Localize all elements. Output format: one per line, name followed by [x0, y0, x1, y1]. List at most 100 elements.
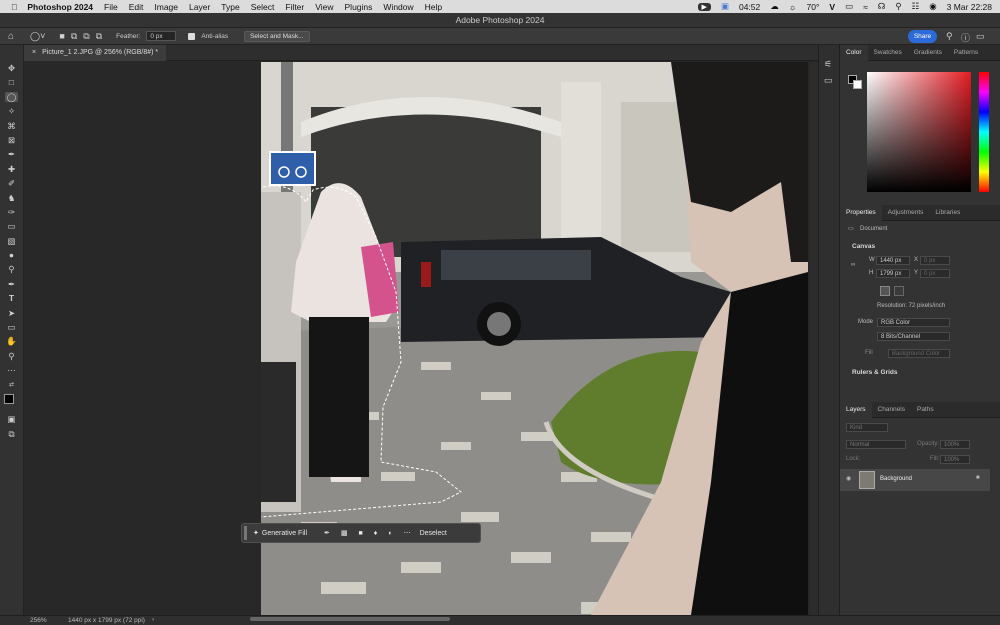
- height-input[interactable]: 1799 px: [876, 269, 910, 278]
- brush-tool-icon[interactable]: ✐: [8, 178, 15, 188]
- tab-paths[interactable]: Paths: [911, 402, 940, 418]
- modify-selection-icon[interactable]: ✒: [324, 529, 330, 537]
- home-icon[interactable]: ⌂: [8, 31, 14, 42]
- horizontal-scrollbar[interactable]: [250, 617, 450, 621]
- video-icon[interactable]: ▶: [697, 2, 711, 11]
- menu-type[interactable]: Type: [221, 2, 239, 12]
- menu-help[interactable]: Help: [425, 2, 442, 12]
- menu-filter[interactable]: Filter: [285, 2, 304, 12]
- menu-app-name[interactable]: Photoshop 2024: [27, 2, 93, 12]
- more-options-icon[interactable]: ⋯: [404, 529, 411, 537]
- tab-layers[interactable]: Layers: [840, 401, 872, 418]
- layer-row-background[interactable]: ◉ Background ■: [840, 469, 990, 491]
- history-brush-icon[interactable]: ✑: [8, 207, 15, 217]
- foreground-color[interactable]: [3, 393, 14, 404]
- healing-brush-icon[interactable]: ✚: [8, 164, 15, 174]
- fill-opacity-input[interactable]: 100%: [940, 455, 970, 464]
- menu-select[interactable]: Select: [251, 2, 275, 12]
- drag-handle-icon[interactable]: [244, 526, 247, 540]
- marquee-tool-icon[interactable]: □: [9, 77, 14, 87]
- x-input[interactable]: 0 px: [920, 256, 950, 265]
- menu-window[interactable]: Window: [383, 2, 413, 12]
- tab-adjustments[interactable]: Adjustments: [882, 205, 930, 221]
- canvas-section-title[interactable]: Canvas: [852, 243, 875, 250]
- history-icon[interactable]: ⚟: [824, 59, 832, 70]
- fill-select[interactable]: Background Color: [888, 349, 950, 358]
- select-and-mask-button[interactable]: Select and Mask...: [244, 30, 310, 42]
- adjustment-layer-icon[interactable]: ◐: [388, 530, 392, 537]
- siri-icon[interactable]: ◉: [929, 1, 936, 12]
- y-input[interactable]: 0 px: [920, 269, 950, 278]
- path-select-icon[interactable]: ➤: [8, 308, 15, 318]
- mask-selection-icon[interactable]: ■: [359, 530, 363, 537]
- eyedropper-icon[interactable]: ✒: [8, 149, 15, 159]
- deselect-button[interactable]: Deselect: [420, 530, 447, 537]
- eraser-tool-icon[interactable]: ▭: [7, 221, 15, 231]
- frame-tool-icon[interactable]: ⊠: [8, 135, 15, 145]
- bits-select[interactable]: 8 Bits/Channel: [877, 332, 950, 341]
- gradient-tool-icon[interactable]: ▧: [7, 236, 15, 246]
- crop-tool-icon[interactable]: ⌘: [7, 121, 16, 131]
- blend-mode-select[interactable]: Normal: [846, 440, 906, 449]
- tab-channels[interactable]: Channels: [872, 402, 911, 418]
- cloud-icon[interactable]: ☁: [770, 1, 779, 12]
- wifi-icon[interactable]: ≈: [863, 2, 868, 12]
- quick-mask-icon[interactable]: ▣: [7, 414, 15, 424]
- battery-icon[interactable]: ▭: [845, 1, 853, 12]
- width-input[interactable]: 1440 px: [876, 256, 910, 265]
- menu-view[interactable]: View: [315, 2, 333, 12]
- comments-icon[interactable]: ▭: [824, 75, 833, 86]
- zoom-tool-icon[interactable]: ⚲: [8, 351, 14, 361]
- menu-file[interactable]: File: [104, 2, 118, 12]
- apple-icon[interactable]: : [11, 2, 17, 12]
- opacity-input[interactable]: 100%: [940, 440, 970, 449]
- intersect-selection-icon[interactable]: ⧉: [96, 31, 102, 42]
- tab-libraries[interactable]: Libraries: [929, 205, 966, 221]
- tab-properties[interactable]: Properties: [840, 204, 882, 221]
- layer-name[interactable]: Background: [880, 476, 912, 482]
- rectangle-tool-icon[interactable]: ▭: [7, 322, 15, 332]
- lasso-tool-icon[interactable]: ◯˅: [30, 31, 45, 42]
- document-tab[interactable]: × Picture_1 2.JPG @ 256% (RGB/8#) *: [24, 45, 167, 61]
- menu-plugins[interactable]: Plugins: [345, 2, 373, 12]
- generative-fill-button[interactable]: Generative Fill: [262, 530, 307, 537]
- pen-tool-icon[interactable]: ✒: [8, 279, 15, 289]
- tab-color[interactable]: Color: [840, 44, 868, 61]
- help-icon[interactable]: ⓘ: [961, 31, 970, 44]
- vertical-scrollbar[interactable]: [810, 62, 818, 615]
- clone-stamp-icon[interactable]: ♞: [8, 193, 16, 203]
- tab-swatches[interactable]: Swatches: [868, 45, 908, 61]
- add-selection-icon[interactable]: ⧉: [71, 31, 77, 42]
- fill-selection-icon[interactable]: ♦: [374, 530, 378, 537]
- menu-image[interactable]: Image: [154, 2, 178, 12]
- menu-layer[interactable]: Layer: [189, 2, 210, 12]
- lasso-tool-icon[interactable]: ◯: [4, 91, 19, 102]
- invert-selection-icon[interactable]: ▩: [341, 529, 348, 537]
- type-tool-icon[interactable]: T: [9, 293, 14, 303]
- vpn-icon[interactable]: V: [829, 2, 835, 12]
- feather-input[interactable]: 0 px: [146, 31, 177, 41]
- headphones-icon[interactable]: ☊: [878, 1, 886, 12]
- new-selection-icon[interactable]: ■: [59, 31, 64, 41]
- subtract-selection-icon[interactable]: ⧉: [83, 31, 89, 42]
- object-select-icon[interactable]: ✧: [8, 106, 15, 116]
- rulers-grids-title[interactable]: Rulers & Grids: [852, 369, 898, 376]
- search-icon[interactable]: ⚲: [895, 1, 901, 12]
- tab-patterns[interactable]: Patterns: [948, 45, 984, 61]
- screen-mode-icon[interactable]: ⧉: [8, 429, 14, 439]
- control-center-icon[interactable]: ☷: [912, 1, 920, 12]
- color-swatches[interactable]: [3, 393, 20, 410]
- move-tool-icon[interactable]: ✥: [8, 63, 15, 73]
- share-button[interactable]: Share: [908, 30, 937, 43]
- hand-tool-icon[interactable]: ✋: [6, 336, 17, 346]
- tab-gradients[interactable]: Gradients: [908, 45, 948, 61]
- close-tab-icon[interactable]: ×: [32, 45, 36, 61]
- mode-select[interactable]: RGB Color: [877, 318, 950, 327]
- color-picker-field[interactable]: [867, 72, 971, 192]
- visibility-eye-icon[interactable]: ◉: [846, 475, 851, 482]
- more-tools-icon[interactable]: ⋯: [7, 365, 16, 375]
- dodge-tool-icon[interactable]: ⚲: [8, 264, 14, 274]
- zoom-level[interactable]: 256%: [30, 617, 47, 624]
- search-icon[interactable]: ⚲: [946, 31, 953, 42]
- blur-tool-icon[interactable]: ●: [9, 250, 14, 260]
